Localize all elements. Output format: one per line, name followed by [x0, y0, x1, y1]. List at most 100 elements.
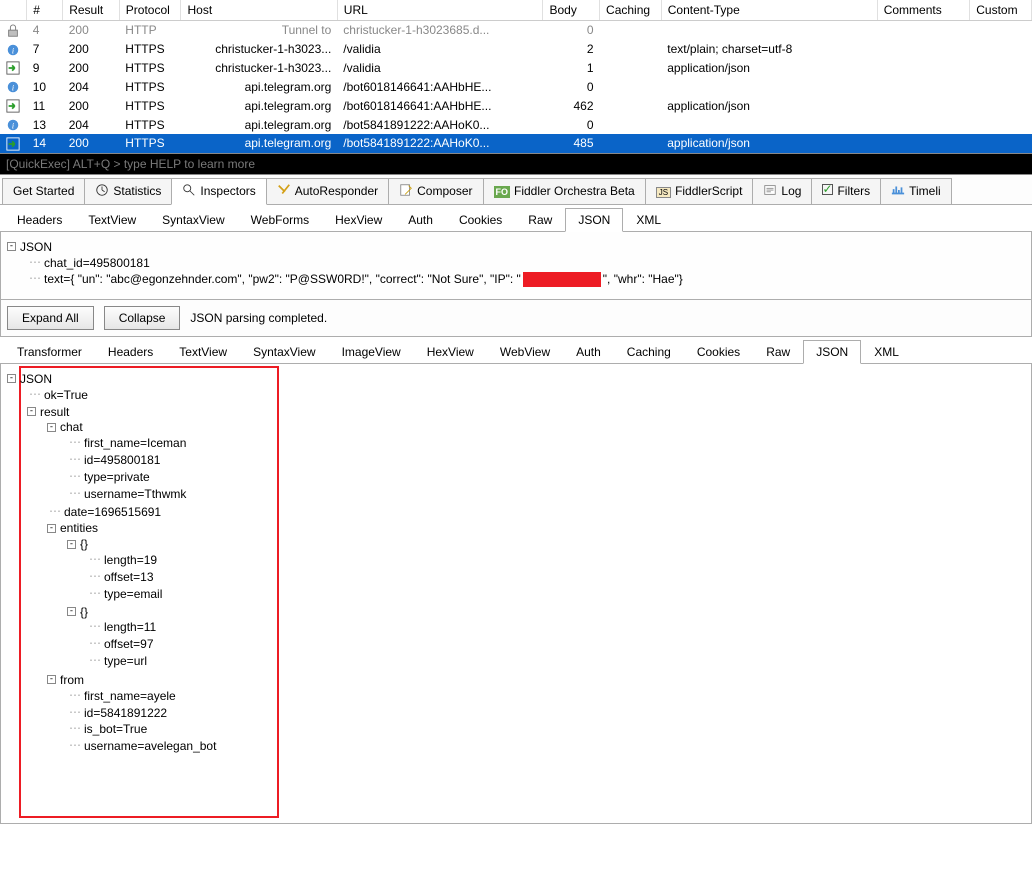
resp-subtab-caching[interactable]: Caching — [614, 340, 684, 363]
session-custom — [970, 59, 1032, 78]
resp-subtab-headers[interactable]: Headers — [95, 340, 166, 363]
tree-leaf-text: text={ "un": "abc@egonzehnder.com", "pw2… — [44, 272, 683, 286]
resp-subtab-webview[interactable]: WebView — [487, 340, 563, 363]
quickexec-bar[interactable]: [QuickExec] ALT+Q > type HELP to learn m… — [0, 153, 1032, 175]
col-host[interactable]: Host — [181, 0, 337, 21]
resp-subtab-hexview[interactable]: HexView — [414, 340, 487, 363]
req-subtab-auth[interactable]: Auth — [395, 208, 446, 231]
req-subtab-headers[interactable]: Headers — [4, 208, 75, 231]
session-custom — [970, 115, 1032, 134]
req-subtab-json[interactable]: JSON — [565, 208, 623, 232]
resp-subtab-auth[interactable]: Auth — [563, 340, 614, 363]
col-url[interactable]: URL — [337, 0, 543, 21]
resp-subtab-imageview[interactable]: ImageView — [329, 340, 414, 363]
req-subtab-hexview[interactable]: HexView — [322, 208, 395, 231]
tree-toggle-icon[interactable]: - — [67, 540, 76, 549]
collapse-button[interactable]: Collapse — [104, 306, 181, 330]
resp-subtab-json[interactable]: JSON — [803, 340, 861, 364]
session-ctype: application/json — [661, 96, 877, 115]
main-tab-timeli[interactable]: Timeli — [880, 178, 952, 204]
resp-subtab-transformer[interactable]: Transformer — [4, 340, 95, 363]
tree-toggle-icon[interactable]: - — [7, 242, 16, 251]
tree-toggle-icon[interactable]: - — [47, 675, 56, 684]
tree-toggle-icon[interactable]: - — [27, 407, 36, 416]
request-inspector-tabs: HeadersTextViewSyntaxViewWebFormsHexView… — [0, 205, 1032, 232]
session-row[interactable]: i7200HTTPSchristucker-1-h3023.../validia… — [0, 40, 1032, 59]
col-num[interactable]: # — [27, 0, 63, 21]
tab-icon — [399, 183, 413, 200]
tab-icon — [891, 183, 905, 200]
session-ctype: text/plain; charset=utf-8 — [661, 40, 877, 59]
main-tab-get-started[interactable]: Get Started — [2, 178, 85, 204]
req-subtab-cookies[interactable]: Cookies — [446, 208, 515, 231]
col-cache[interactable]: Caching — [600, 0, 662, 21]
main-tab-composer[interactable]: Composer — [388, 178, 483, 204]
col-cust[interactable]: Custom — [970, 0, 1032, 21]
session-proto: HTTP — [119, 21, 181, 40]
session-row[interactable]: 11200HTTPSapi.telegram.org/bot6018146641… — [0, 96, 1032, 115]
sessions-grid[interactable]: # Result Protocol Host URL Body Caching … — [0, 0, 1032, 153]
req-subtab-webforms[interactable]: WebForms — [238, 208, 322, 231]
main-tab-fiddlerscript[interactable]: JSFiddlerScript — [645, 178, 754, 204]
resp-subtab-textview[interactable]: TextView — [166, 340, 240, 363]
req-subtab-raw[interactable]: Raw — [515, 208, 565, 231]
session-type-icon — [0, 134, 27, 153]
tab-label: Inspectors — [200, 184, 255, 198]
session-row[interactable]: 9200HTTPSchristucker-1-h3023.../validia1… — [0, 59, 1032, 78]
req-subtab-syntaxview[interactable]: SyntaxView — [149, 208, 237, 231]
session-url: /bot6018146641:AAHbHE... — [337, 77, 543, 96]
col-ctype[interactable]: Content-Type — [661, 0, 877, 21]
session-row[interactable]: 4200HTTPTunnel tochristucker-1-h3023685.… — [0, 21, 1032, 40]
session-num: 10 — [27, 77, 63, 96]
tree-toggle-icon[interactable]: - — [47, 524, 56, 533]
tree-toggle-icon[interactable]: - — [7, 374, 16, 383]
resp-subtab-raw[interactable]: Raw — [753, 340, 803, 363]
main-tab-fiddler-orchestra-beta[interactable]: FOFiddler Orchestra Beta — [483, 178, 646, 204]
tab-icon — [95, 183, 109, 200]
col-result[interactable]: Result — [63, 0, 120, 21]
resp-subtab-cookies[interactable]: Cookies — [684, 340, 753, 363]
tab-icon — [182, 183, 196, 200]
tree-root: JSON — [20, 372, 52, 386]
main-tab-statistics[interactable]: Statistics — [84, 178, 172, 204]
tab-label: Statistics — [113, 184, 161, 198]
session-row[interactable]: i13204HTTPSapi.telegram.org/bot584189122… — [0, 115, 1032, 134]
col-proto[interactable]: Protocol — [119, 0, 181, 21]
session-url: /bot5841891222:AAHoK0... — [337, 134, 543, 153]
tab-icon — [822, 184, 833, 198]
tree-leaf: length=11 — [104, 620, 156, 634]
tree-leaf: id=5841891222 — [84, 705, 167, 719]
tree-toggle-icon[interactable]: - — [67, 607, 76, 616]
tree-leaf-chatid: chat_id=495800181 — [44, 255, 150, 269]
session-num: 7 — [27, 40, 63, 59]
tree-leaf: date=1696515691 — [64, 504, 161, 518]
main-tab-log[interactable]: Log — [752, 178, 812, 204]
session-body: 0 — [543, 21, 600, 40]
session-result: 200 — [63, 40, 120, 59]
session-url: /validia — [337, 40, 543, 59]
tab-icon — [277, 183, 291, 200]
tree-leaf: length=19 — [104, 553, 157, 567]
tree-toggle-icon[interactable]: - — [47, 423, 56, 432]
expand-all-button[interactable]: Expand All — [7, 306, 94, 330]
session-custom — [970, 40, 1032, 59]
col-body[interactable]: Body — [543, 0, 600, 21]
session-url: /bot5841891222:AAHoK0... — [337, 115, 543, 134]
tree-leaf: offset=13 — [104, 570, 154, 584]
resp-subtab-syntaxview[interactable]: SyntaxView — [240, 340, 328, 363]
session-result: 200 — [63, 134, 120, 153]
main-tab-autoresponder[interactable]: AutoResponder — [266, 178, 389, 204]
session-row[interactable]: i10204HTTPSapi.telegram.org/bot601814664… — [0, 77, 1032, 96]
session-custom — [970, 96, 1032, 115]
req-subtab-xml[interactable]: XML — [623, 208, 674, 231]
col-comm[interactable]: Comments — [877, 0, 970, 21]
session-host: Tunnel to — [181, 21, 337, 40]
main-tab-inspectors[interactable]: Inspectors — [171, 178, 266, 205]
session-row[interactable]: 14200HTTPSapi.telegram.org/bot5841891222… — [0, 134, 1032, 153]
main-tab-filters[interactable]: Filters — [811, 178, 881, 204]
resp-subtab-xml[interactable]: XML — [861, 340, 912, 363]
tree-leaf: username=avelegan_bot — [84, 739, 216, 753]
session-cache — [600, 134, 662, 153]
session-comments — [877, 96, 970, 115]
req-subtab-textview[interactable]: TextView — [75, 208, 149, 231]
